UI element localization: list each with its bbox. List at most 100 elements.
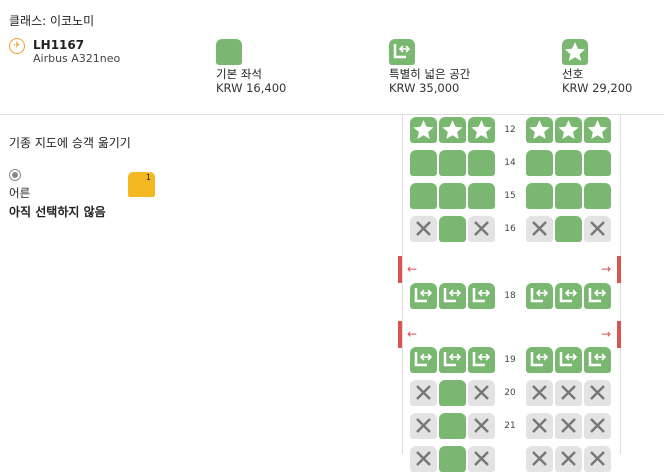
unavailable-seat [584, 216, 611, 242]
move-passenger-title: 기종 지도에 승객 옮기기 [9, 136, 131, 150]
unavailable-seat [584, 413, 611, 439]
lufthansa-crane-icon: ✈ [9, 38, 25, 54]
exit-arrow-icon: → [601, 262, 612, 276]
legend-label: 선호 [562, 67, 584, 81]
seat-map: 12 14 15 16 18 19 20 21 ← → ← → [398, 114, 621, 472]
preferred-seat[interactable] [468, 117, 495, 143]
unavailable-seat [555, 446, 582, 472]
x-icon [561, 418, 576, 433]
legroom-icon [559, 288, 578, 303]
preferred-seat[interactable] [555, 117, 582, 143]
passenger-type: 어른 [9, 186, 31, 200]
x-icon [416, 221, 431, 236]
standard-seat[interactable] [468, 150, 495, 176]
legroom-seat[interactable] [439, 347, 466, 373]
standard-seat[interactable] [439, 150, 466, 176]
exit-marker-left [398, 256, 402, 283]
exit-marker-right [617, 256, 621, 283]
preferred-seat[interactable] [526, 117, 553, 143]
standard-seat[interactable] [410, 150, 437, 176]
star-icon [471, 120, 492, 139]
legroom-icon [588, 288, 607, 303]
legend-price: KRW 35,000 [389, 81, 460, 95]
standard-seat[interactable] [584, 150, 611, 176]
exit-arrow-icon: ← [407, 327, 418, 341]
standard-seat[interactable] [526, 150, 553, 176]
cabin-class-title: 클래스: 이코노미 [9, 14, 95, 28]
passenger-radio[interactable] [9, 169, 21, 181]
standard-seat[interactable] [555, 216, 582, 242]
unavailable-seat [584, 380, 611, 406]
legroom-seat[interactable] [410, 347, 437, 373]
aircraft-type: Airbus A321neo [33, 52, 121, 65]
legroom-icon [472, 352, 491, 367]
standard-seat[interactable] [468, 183, 495, 209]
unavailable-seat [468, 446, 495, 472]
legroom-seat-icon [389, 39, 415, 65]
exit-marker-left [398, 321, 402, 348]
passenger-row[interactable]: 어른 아직 선택하지 않음 [9, 169, 106, 220]
legroom-seat[interactable] [526, 347, 553, 373]
row-number: 20 [504, 388, 516, 398]
legroom-seat[interactable] [584, 347, 611, 373]
flight-number: LH1167 [33, 38, 85, 52]
unavailable-seat [526, 446, 553, 472]
legroom-icon [443, 288, 462, 303]
standard-seat[interactable] [410, 183, 437, 209]
x-icon [474, 221, 489, 236]
legroom-icon [530, 352, 549, 367]
standard-seat[interactable] [439, 216, 466, 242]
standard-seat[interactable] [439, 183, 466, 209]
unavailable-seat [526, 216, 553, 242]
standard-seat[interactable] [584, 183, 611, 209]
standard-seat[interactable] [439, 413, 466, 439]
standard-seat[interactable] [526, 183, 553, 209]
legroom-seat[interactable] [555, 347, 582, 373]
row-number: 12 [504, 125, 516, 135]
legend-legroom-seat: 특별히 넓은 공간 KRW 35,000 [389, 39, 470, 95]
row-number: 14 [504, 158, 516, 168]
preferred-seat[interactable] [439, 117, 466, 143]
seat-icon [216, 39, 242, 65]
legroom-seat[interactable] [439, 283, 466, 309]
legend-label: 기본 좌석 [216, 67, 262, 81]
preferred-seat[interactable] [410, 117, 437, 143]
unavailable-seat [526, 413, 553, 439]
standard-seat[interactable] [439, 380, 466, 406]
unavailable-seat [468, 216, 495, 242]
exit-arrow-icon: ← [407, 262, 418, 276]
legroom-icon [414, 288, 433, 303]
standard-seat[interactable] [439, 446, 466, 472]
x-icon [590, 385, 605, 400]
star-icon [558, 120, 579, 139]
star-icon [587, 120, 608, 139]
row-number: 15 [504, 191, 516, 201]
x-icon [561, 451, 576, 466]
legroom-seat[interactable] [468, 283, 495, 309]
star-icon [529, 120, 550, 139]
standard-seat[interactable] [555, 183, 582, 209]
x-icon [474, 385, 489, 400]
x-icon [532, 385, 547, 400]
legroom-seat[interactable] [410, 283, 437, 309]
unavailable-seat [410, 413, 437, 439]
exit-marker-right [617, 321, 621, 348]
star-icon [413, 120, 434, 139]
unavailable-seat [526, 380, 553, 406]
legend-price: KRW 29,200 [562, 81, 633, 95]
legroom-icon [530, 288, 549, 303]
standard-seat[interactable] [555, 150, 582, 176]
x-icon [590, 418, 605, 433]
legroom-seat[interactable] [526, 283, 553, 309]
legroom-seat[interactable] [555, 283, 582, 309]
unavailable-seat [410, 446, 437, 472]
passenger-seat-marker[interactable]: 1 [128, 172, 155, 197]
legroom-seat[interactable] [468, 347, 495, 373]
row-number: 19 [504, 355, 516, 365]
flight-info: ✈ LH1167 Airbus A321neo [9, 38, 120, 66]
legroom-icon [443, 352, 462, 367]
x-icon [474, 451, 489, 466]
legroom-seat[interactable] [584, 283, 611, 309]
preferred-seat[interactable] [584, 117, 611, 143]
legroom-icon [414, 352, 433, 367]
